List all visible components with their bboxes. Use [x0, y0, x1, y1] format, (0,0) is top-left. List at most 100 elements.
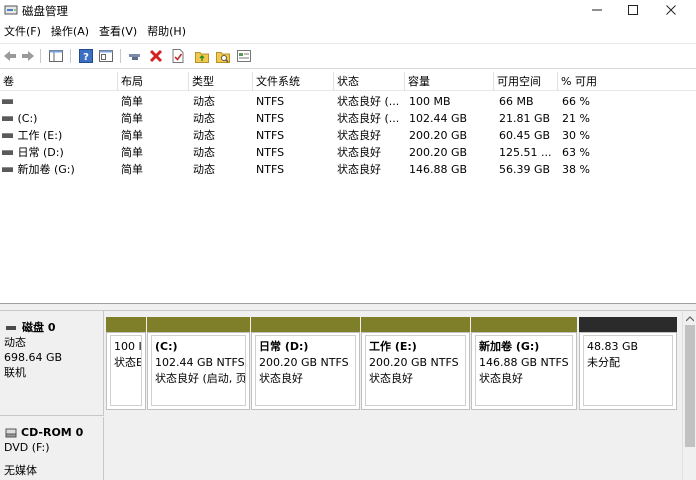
toolbar-separator: [120, 49, 121, 63]
delete-icon[interactable]: [148, 48, 164, 64]
partition-size: 200.20 GB NTFS: [369, 356, 459, 369]
disk-management-icon: [4, 5, 18, 15]
volume-icon: [2, 166, 13, 172]
properties-icon[interactable]: [98, 48, 114, 64]
disk-0-label[interactable]: 磁盘 0 动态 698.64 GB 联机: [0, 311, 104, 416]
partition-content: 日常 (D:) 200.20 GB NTFS 状态良好: [255, 335, 356, 406]
partition-size: 200.20 GB NTFS: [259, 356, 349, 369]
partition-status: 未分配: [587, 356, 620, 369]
table-row[interactable]: 工作 (E:) 简单 动态 NTFS 状态良好 200.20 GB 60.45 …: [0, 127, 696, 144]
cell-capacity: 100 MB: [409, 95, 451, 108]
close-icon: [666, 5, 676, 15]
cell-layout: 简单: [121, 146, 143, 159]
table-row[interactable]: 新加卷 (G:) 简单 动态 NTFS 状态良好 146.88 GB 56.39…: [0, 161, 696, 178]
cell-free-space: 56.39 GB: [499, 163, 551, 176]
cell-percent-free: 30 %: [562, 129, 590, 142]
pane-splitter[interactable]: [0, 303, 696, 311]
connect-icon[interactable]: [127, 48, 143, 64]
partition-status: 状态良好 (启动, 页: [155, 372, 246, 385]
partition-name: 日常 (D:): [259, 340, 309, 353]
scroll-up-button[interactable]: [683, 313, 696, 325]
column-header-status[interactable]: 状态: [333, 72, 404, 91]
partition-strip-e: [361, 317, 470, 332]
menu-file[interactable]: 文件(F): [0, 22, 47, 42]
column-header-capacity[interactable]: 容量: [404, 72, 493, 91]
console-tree-icon[interactable]: [48, 48, 64, 64]
table-row[interactable]: 简单 动态 NTFS 状态良好 (... 100 MB 66 MB 66 %: [0, 93, 696, 110]
partition-size: 146.88 GB NTFS: [479, 356, 569, 369]
cell-status: 状态良好: [337, 163, 381, 176]
partition-size: 102.44 GB NTFS: [155, 356, 245, 369]
cell-layout: 简单: [121, 129, 143, 142]
cell-filesystem: NTFS: [256, 146, 285, 159]
partition-content: 工作 (E:) 200.20 GB NTFS 状态良好: [365, 335, 466, 406]
partition-strip-system: [106, 317, 146, 332]
partition-g[interactable]: 新加卷 (G:) 146.88 GB NTFS 状态良好: [471, 332, 577, 410]
search-folder-icon[interactable]: [215, 48, 231, 64]
scroll-thumb[interactable]: [685, 325, 695, 447]
view-list-icon[interactable]: [236, 48, 252, 64]
cdrom-0-title: CD-ROM 0: [4, 425, 103, 440]
partition-size: 48.83 GB: [587, 340, 639, 353]
partition-content: 新加卷 (G:) 146.88 GB NTFS 状态良好: [475, 335, 573, 406]
volume-table: 卷 布局 类型 文件系统 状态 容量 可用空间 % 可用 简单 动态 NTFS …: [0, 70, 696, 303]
cell-status: 状态良好: [337, 129, 381, 142]
title-bar: 磁盘管理: [0, 0, 696, 22]
cdrom-0-drive: DVD (F:): [4, 441, 50, 454]
cell-capacity: 146.88 GB: [409, 163, 468, 176]
column-header-filesystem[interactable]: 文件系统: [252, 72, 333, 91]
maximize-icon: [628, 5, 638, 15]
table-row[interactable]: (C:) 简单 动态 NTFS 状态良好 (... 102.44 GB 21.8…: [0, 110, 696, 127]
cell-type: 动态: [193, 95, 215, 108]
cell-volume: (C:): [2, 110, 116, 127]
help-icon[interactable]: ?: [78, 48, 94, 64]
cell-capacity: 200.20 GB: [409, 129, 468, 142]
cdrom-0-media-area[interactable]: [104, 417, 682, 480]
minimize-icon: [592, 9, 602, 11]
partition-name: (C:): [155, 340, 178, 353]
column-header-layout[interactable]: 布局: [117, 72, 188, 91]
maximize-button[interactable]: [614, 0, 652, 20]
cell-capacity: 102.44 GB: [409, 112, 468, 125]
close-button[interactable]: [652, 0, 690, 20]
cell-free-space: 60.45 GB: [499, 129, 551, 142]
menu-help[interactable]: 帮助(H): [143, 22, 192, 42]
partition-unallocated[interactable]: 48.83 GB 未分配: [579, 332, 677, 410]
partition-name: 工作 (E:): [369, 340, 417, 353]
folder-up-icon[interactable]: [194, 48, 210, 64]
column-header-percent-free[interactable]: % 可用: [557, 72, 639, 91]
cdrom-0-label[interactable]: CD-ROM 0 DVD (F:) 无媒体: [0, 417, 104, 480]
cell-type: 动态: [193, 163, 215, 176]
cell-layout: 简单: [121, 95, 143, 108]
cdrom-0-name: CD-ROM 0: [21, 426, 84, 439]
cell-percent-free: 21 %: [562, 112, 590, 125]
disk-0-type: 动态: [4, 336, 26, 349]
cell-volume: [2, 93, 116, 110]
partition-d[interactable]: 日常 (D:) 200.20 GB NTFS 状态良好: [251, 332, 360, 410]
partition-status: 状态良好: [479, 372, 523, 385]
table-header: 卷 布局 类型 文件系统 状态 容量 可用空间 % 可用: [0, 72, 696, 91]
table-row[interactable]: 日常 (D:) 简单 动态 NTFS 状态良好 200.20 GB 125.51…: [0, 144, 696, 161]
partition-system-reserved[interactable]: 100 I 状态E: [106, 332, 146, 410]
cell-filesystem: NTFS: [256, 95, 285, 108]
partition-size: 100 I: [114, 340, 142, 353]
cell-percent-free: 66 %: [562, 95, 590, 108]
forward-arrow-icon[interactable]: [20, 48, 36, 64]
vertical-scrollbar[interactable]: [682, 311, 696, 480]
column-header-volume[interactable]: 卷: [0, 72, 117, 91]
partition-c[interactable]: (C:) 102.44 GB NTFS 状态良好 (启动, 页: [147, 332, 250, 410]
check-document-icon[interactable]: [170, 48, 186, 64]
column-header-type[interactable]: 类型: [188, 72, 252, 91]
menu-view[interactable]: 查看(V): [95, 22, 143, 42]
column-header-free-space[interactable]: 可用空间: [493, 72, 557, 91]
partition-e[interactable]: 工作 (E:) 200.20 GB NTFS 状态良好: [361, 332, 470, 410]
cell-filesystem: NTFS: [256, 129, 285, 142]
minimize-button[interactable]: [578, 0, 616, 20]
volume-name: 新加卷 (G:): [17, 163, 75, 176]
cell-filesystem: NTFS: [256, 163, 285, 176]
partition-status: 状态良好: [369, 372, 413, 385]
back-arrow-icon[interactable]: [2, 48, 18, 64]
disk-0-title: 磁盘 0: [4, 320, 103, 335]
toolbar: ?: [0, 43, 696, 69]
menu-action[interactable]: 操作(A): [47, 22, 95, 42]
